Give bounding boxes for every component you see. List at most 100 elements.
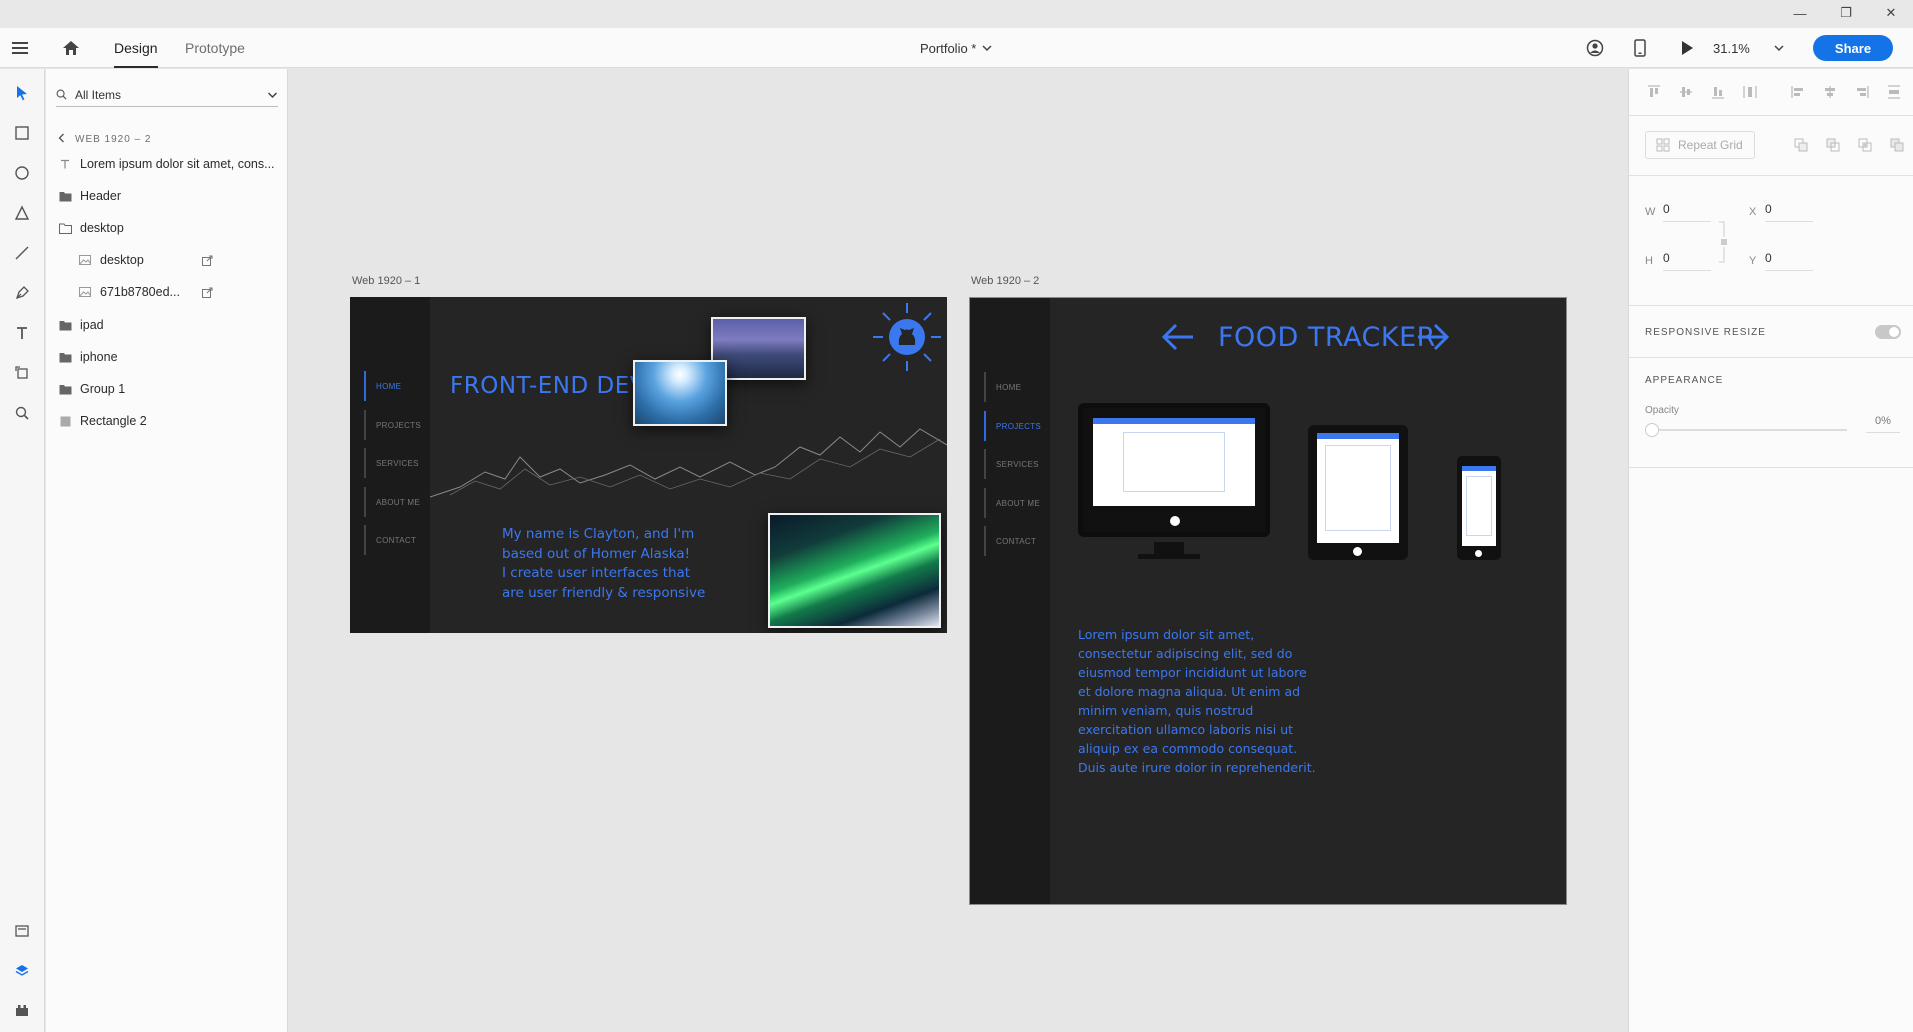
external-link-icon[interactable] — [202, 287, 213, 298]
distribute-vertical-icon[interactable] — [1741, 83, 1759, 101]
repeat-grid-icon — [1656, 138, 1670, 152]
design-canvas[interactable]: Web 1920 – 1 HOME PROJECTS SERVICES ABOU… — [289, 69, 1628, 1032]
property-inspector: Repeat Grid W 0 H 0 X 0 Y 0 RESPONSIVE R… — [1628, 69, 1913, 1032]
home-icon[interactable] — [62, 28, 80, 68]
user-account-icon[interactable] — [1586, 28, 1604, 68]
repeat-grid-button[interactable]: Repeat Grid — [1645, 131, 1755, 159]
lock-aspect-icon[interactable] — [1717, 221, 1729, 263]
x-label: X — [1749, 206, 1757, 218]
layer-label: ipad — [80, 318, 104, 332]
search-icon — [56, 89, 67, 100]
artboard-web-1920-1[interactable]: HOME PROJECTS SERVICES ABOUT ME CONTACT … — [350, 297, 947, 633]
align-bottom-icon[interactable] — [1709, 83, 1727, 101]
device-preview-icon[interactable] — [1634, 28, 1646, 68]
tab-design[interactable]: Design — [114, 28, 158, 68]
polygon-tool-icon[interactable] — [8, 199, 36, 227]
tool-strip — [0, 69, 45, 1032]
artboard-web-1920-2[interactable]: HOME PROJECTS SERVICES ABOUT ME CONTACT … — [969, 297, 1567, 905]
select-tool-icon[interactable] — [8, 79, 36, 107]
breadcrumb[interactable]: WEB 1920 – 2 — [58, 133, 151, 146]
folder-icon — [58, 189, 72, 203]
nav-item-home: HOME — [984, 372, 1044, 402]
align-top-icon[interactable] — [1645, 83, 1663, 101]
layer-item[interactable]: ipad — [46, 312, 288, 338]
distribute-horizontal-icon[interactable] — [1885, 83, 1903, 101]
panel-divider — [1629, 115, 1913, 116]
desktop-mockup-screen — [1093, 418, 1255, 506]
layer-item[interactable]: desktop — [46, 215, 288, 241]
close-window-button[interactable]: ✕ — [1868, 0, 1913, 26]
layer-item[interactable]: iphone — [46, 344, 288, 370]
external-link-icon[interactable] — [202, 255, 213, 266]
opacity-slider-track[interactable] — [1653, 429, 1847, 431]
tablet-mockup — [1308, 425, 1408, 560]
artboard-label[interactable]: Web 1920 – 2 — [971, 275, 1039, 287]
layer-item[interactable]: 671b8780ed... — [46, 279, 288, 305]
restore-button[interactable]: ❐ — [1823, 0, 1869, 26]
align-middle-icon[interactable] — [1677, 83, 1695, 101]
play-preview-icon[interactable] — [1680, 28, 1694, 68]
bio-line: based out of Homer Alaska! — [502, 545, 691, 562]
boolean-subtract-icon[interactable] — [1824, 136, 1842, 154]
layer-label: 671b8780ed... — [100, 285, 180, 299]
height-field[interactable]: 0 — [1663, 251, 1711, 271]
layer-item[interactable]: Header — [46, 183, 288, 209]
y-position-field[interactable]: 0 — [1765, 251, 1813, 271]
boolean-add-icon[interactable] — [1792, 136, 1810, 154]
text-tool-icon[interactable] — [8, 319, 36, 347]
layer-label: desktop — [80, 221, 124, 235]
chevron-down-icon — [982, 39, 992, 57]
responsive-resize-toggle[interactable] — [1875, 325, 1901, 339]
assets-panel-icon[interactable] — [8, 917, 36, 945]
rectangle-tool-icon[interactable] — [8, 119, 36, 147]
document-title-dropdown[interactable]: Portfolio * — [920, 28, 992, 68]
align-right-icon[interactable] — [1853, 83, 1871, 101]
responsive-resize-label: RESPONSIVE RESIZE — [1645, 327, 1766, 338]
layer-label: iphone — [80, 350, 118, 364]
appearance-section-title: APPEARANCE — [1645, 375, 1724, 386]
chevron-down-icon[interactable] — [267, 91, 278, 99]
layer-item[interactable]: desktop — [46, 247, 288, 273]
minimize-button[interactable]: — — [1777, 0, 1823, 26]
project-description: Lorem ipsum dolor sit amet, consectetur … — [1078, 625, 1316, 777]
arrow-left-icon — [1161, 323, 1193, 351]
hamburger-menu-icon[interactable] — [12, 28, 30, 68]
pen-tool-icon[interactable] — [8, 279, 36, 307]
zoom-level[interactable]: 31.1% — [1713, 28, 1750, 68]
opacity-value-field[interactable]: 0% — [1866, 415, 1900, 433]
plugins-panel-icon[interactable] — [8, 997, 36, 1025]
desktop-base — [1138, 554, 1200, 559]
bio-line: I create user interfaces that — [502, 565, 691, 581]
layer-item[interactable]: Group 1 — [46, 376, 288, 402]
align-left-icon[interactable] — [1789, 83, 1807, 101]
zoom-chevron-down-icon[interactable] — [1774, 28, 1784, 68]
boolean-exclude-icon[interactable] — [1888, 136, 1906, 154]
line-tool-icon[interactable] — [8, 239, 36, 267]
layers-panel-icon[interactable] — [8, 957, 36, 985]
artboard-tool-icon[interactable] — [8, 359, 36, 387]
layers-search[interactable]: All Items — [56, 83, 278, 107]
share-button[interactable]: Share — [1813, 35, 1893, 61]
image-layer-icon — [78, 253, 92, 267]
tab-prototype[interactable]: Prototype — [185, 28, 245, 68]
boolean-intersect-icon[interactable] — [1856, 136, 1874, 154]
layer-item[interactable]: Lorem ipsum dolor sit amet, cons... — [46, 151, 288, 177]
mountain-line-art — [430, 428, 947, 498]
zoom-tool-icon[interactable] — [8, 399, 36, 427]
chevron-left-icon[interactable] — [58, 133, 65, 146]
bio-line: My name is Clayton, and I'm — [502, 526, 695, 542]
nav-item-services: SERVICES — [984, 449, 1044, 479]
layer-item[interactable]: Rectangle 2 — [46, 408, 288, 434]
description-line: Duis aute irure dolor in reprehenderit. — [1078, 760, 1316, 775]
search-filter-label: All Items — [75, 87, 122, 102]
opacity-slider-handle[interactable] — [1645, 423, 1659, 437]
desktop-mockup — [1078, 403, 1270, 537]
artboard-label[interactable]: Web 1920 – 1 — [352, 275, 420, 287]
height-label: H — [1645, 255, 1653, 267]
align-center-icon[interactable] — [1821, 83, 1839, 101]
arrow-right-icon — [1418, 323, 1450, 351]
y-label: Y — [1749, 255, 1757, 267]
ellipse-tool-icon[interactable] — [8, 159, 36, 187]
x-position-field[interactable]: 0 — [1765, 202, 1813, 222]
width-field[interactable]: 0 — [1663, 202, 1711, 222]
